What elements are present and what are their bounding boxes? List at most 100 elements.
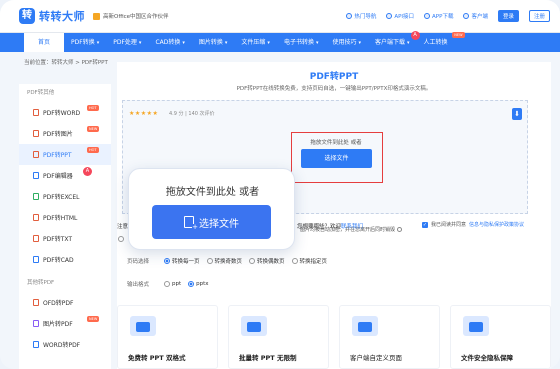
feature-card-title: 文件安全隐私保障 (461, 354, 513, 362)
chevron-down-icon: ▾ (224, 40, 228, 46)
api-icon (386, 13, 393, 19)
drop-hint: 拖放文件到此处 或者 (310, 140, 362, 146)
radio-button (291, 258, 298, 264)
sidebar-item-pdf-editor[interactable]: PDF编辑器 A (19, 165, 111, 186)
page-selection-label: 页码选择 (127, 259, 150, 265)
nav-label: 文件压缩 (241, 39, 266, 46)
new-tag: NEW (452, 32, 465, 38)
logo[interactable]: 转 转转大师 (19, 8, 85, 24)
feature-card[interactable]: 客户端自定义页面 (339, 305, 440, 369)
download-icon (463, 13, 470, 19)
nav-manual-convert[interactable]: 人工转换 NEW (417, 32, 465, 52)
callout-select-file-label: 选择文件 (199, 218, 239, 230)
contact-link[interactable]: 联系我们 (341, 224, 363, 230)
top-link-hot-nav[interactable]: 热门导航 (346, 12, 376, 20)
download-icon[interactable]: ⬇ (512, 108, 522, 120)
nav-tips[interactable]: 使用技巧 ▾ (325, 33, 368, 52)
radio-specific-pages[interactable]: 转换指定页 (291, 257, 327, 265)
sidebar-item-pdf-to-word[interactable]: PDF转WORD HOT (19, 102, 111, 123)
logo-icon: 转 (19, 8, 35, 24)
settings-icon[interactable] (118, 236, 124, 242)
shield-icon (463, 316, 489, 336)
top-link-client[interactable]: 客户端 (463, 12, 488, 20)
feature-card-title: 免费转 PPT 双格式 (128, 354, 186, 362)
sidebar-item-pdf-to-excel[interactable]: PDF转EXCEL (19, 186, 111, 207)
radio-label: 转换每一页 (172, 259, 200, 265)
nav-image-convert[interactable]: 图片转换 ▾ (192, 33, 235, 52)
file-icon (33, 256, 39, 263)
file-icon (33, 193, 39, 200)
select-file-button[interactable]: 选择文件 (301, 149, 372, 168)
sidebar-section-title: 其他转PDF (27, 280, 55, 286)
sidebar: PDF转其他 PDF转WORD HOT PDF转图片 NEW PDF转PPT HOT … (19, 84, 111, 369)
new-tag: NEW (87, 126, 100, 132)
sidebar-item-pdf-to-image[interactable]: PDF转图片 NEW (19, 123, 111, 144)
nav-label: PDF转换 (71, 39, 95, 46)
file-icon (33, 109, 39, 116)
radio-button (249, 258, 256, 264)
file-icon (33, 214, 39, 221)
radio-format-ppt[interactable]: ppt (164, 281, 181, 287)
feature-card[interactable]: 批量转 PPT 无限制 (228, 305, 329, 369)
top-link-api[interactable]: API接口 (386, 12, 414, 20)
nav-label: 使用技巧 (332, 39, 357, 46)
notice-text-body: 您想要哪些？欢迎 (297, 224, 342, 230)
info-icon[interactable] (397, 227, 403, 232)
app-window: 转 转转大师 高新Office中国区合作伙伴 热门导航 API接口 APP下载 … (0, 0, 560, 369)
radio-even-pages[interactable]: 转换偶数页 (249, 257, 285, 265)
chevron-down-icon: ▾ (182, 40, 185, 46)
callout-select-file-button[interactable]: 选择文件 (152, 205, 271, 239)
nav-file-compress[interactable]: 文件压缩 ▾ (234, 33, 277, 52)
radio-button (164, 281, 170, 287)
partner-badge: 高新Office中国区合作伙伴 (93, 12, 169, 20)
notification-badge: A (83, 167, 92, 176)
register-button[interactable]: 注册 (528, 10, 550, 22)
rating-text: 4.9 分 | 140 次评价 (169, 111, 215, 117)
radio-button (164, 258, 170, 264)
sidebar-item-pdf-to-ppt[interactable]: PDF转PPT HOT (19, 144, 111, 165)
top-link-app[interactable]: APP下载 (424, 12, 453, 20)
sidebar-item-word-to-pdf[interactable]: WORD转PDF (19, 334, 111, 355)
agree-checkbox[interactable]: ✓ (422, 221, 428, 228)
radio-label: 转换奇数页 (214, 259, 243, 265)
sidebar-item-label: PDF转PPT (43, 152, 72, 159)
notice-text: 您想要哪些？欢迎联系我们 (297, 222, 363, 230)
feature-cards: 免费转 PPT 双格式 批量转 PPT 无限制 客户端自定义页面 文件安全隐私保… (117, 305, 551, 369)
file-icon (33, 341, 39, 348)
radio-odd-pages[interactable]: 转换奇数页 (206, 257, 243, 265)
login-button[interactable]: 登录 (497, 10, 519, 22)
partner-flag-icon (93, 12, 100, 20)
nav-ebook-convert[interactable]: 电子书转换 ▾ (277, 33, 326, 52)
sidebar-item-label: PDF转TXT (43, 236, 73, 243)
sidebar-item-pdf-to-txt[interactable]: PDF转TXT (19, 228, 111, 249)
feature-card[interactable]: 文件安全隐私保障 (450, 305, 551, 369)
logo-text: 转转大师 (39, 10, 85, 23)
sidebar-item-image-to-pdf[interactable]: 图片转PDF NEW (19, 313, 111, 334)
nav-pdf-process[interactable]: PDF处理 ▾ (106, 33, 148, 52)
radio-label: pptx (196, 281, 209, 287)
sidebar-item-pdf-to-html[interactable]: PDF转HTML (19, 207, 111, 228)
desktop-icon (352, 316, 378, 336)
chevron-down-icon: ▾ (138, 40, 142, 46)
radio-all-pages[interactable]: 转换每一页 (164, 257, 200, 265)
feature-card[interactable]: 免费转 PPT 双格式 (117, 305, 218, 369)
radio-label: 转换偶数页 (257, 259, 285, 265)
privacy-policy-link[interactable]: 信息与隐私保护政策协议 (469, 221, 524, 228)
agreement: ✓ 我已阅读并同意 信息与隐私保护政策协议 (422, 221, 524, 228)
file-icon (33, 299, 39, 306)
nav-label: 人工转换 (423, 39, 448, 46)
chevron-down-icon: ▾ (315, 40, 319, 46)
nav-pdf-convert[interactable]: PDF转换 ▾ (64, 33, 106, 52)
sidebar-item-label: PDF转EXCEL (43, 194, 80, 201)
rating-stars: ★★★★★ (129, 110, 159, 117)
sidebar-item-pdf-to-cad[interactable]: PDF转CAD (19, 249, 111, 270)
top-links: 热门导航 API接口 APP下载 客户端 登录 注册 (346, 10, 550, 22)
nav-client-download[interactable]: 客户端下载 ▾ A (368, 31, 420, 52)
nav-cad-convert[interactable]: CAD转换 ▾ (148, 33, 191, 52)
sidebar-item-label: 图片转PDF (43, 321, 73, 328)
sidebar-item-ofd-to-pdf[interactable]: OFD转PDF (19, 292, 111, 313)
file-icon (33, 151, 39, 158)
nav-home[interactable]: 首页 (24, 33, 64, 52)
radio-format-pptx[interactable]: pptx (188, 281, 209, 287)
top-link-label: APP下载 (432, 14, 454, 20)
